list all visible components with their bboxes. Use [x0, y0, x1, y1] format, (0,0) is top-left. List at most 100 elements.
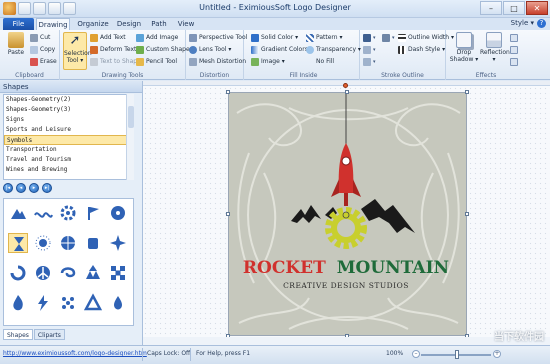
list-item[interactable]: Signs — [4, 115, 133, 125]
reflection-button[interactable]: Reflection ▾ — [480, 32, 510, 70]
tab-design[interactable]: Design — [114, 18, 144, 30]
deform-text-button[interactable]: Deform Text — [90, 45, 136, 55]
erase-button[interactable]: Erase — [30, 57, 57, 67]
tab-drawing[interactable]: Drawing — [36, 18, 70, 30]
fire-icon[interactable] — [8, 293, 28, 313]
swirl2-icon[interactable] — [58, 263, 78, 283]
tab-view[interactable]: View — [174, 18, 198, 30]
list-item-selected[interactable]: Symbols — [4, 135, 133, 145]
drop-shadow-icon — [456, 32, 472, 48]
scissors-icon — [30, 34, 38, 42]
style-menu[interactable]: Style ▾ — [511, 19, 534, 27]
tab-cliparts[interactable]: Cliparts — [33, 329, 65, 340]
list-item[interactable]: Transportation — [4, 145, 133, 155]
add-image-button[interactable]: Add Image — [136, 33, 178, 43]
zoom-slider-knob[interactable] — [455, 350, 459, 359]
effect-option-3-button[interactable] — [510, 57, 518, 67]
drop-icon[interactable] — [108, 293, 128, 313]
list-item[interactable]: Shapes-Geometry(2) — [4, 95, 133, 105]
close-button[interactable]: ✕ — [526, 1, 548, 15]
last-page-icon[interactable]: ▸| — [42, 183, 52, 193]
globe-icon[interactable] — [58, 233, 78, 253]
shape-category-list[interactable]: Shapes-Geometry(2) Shapes-Geometry(3) Si… — [3, 94, 134, 180]
zoom-in-icon[interactable]: + — [493, 350, 501, 358]
effect-option-1-button[interactable] — [510, 33, 518, 43]
tab-path[interactable]: Path — [147, 18, 171, 30]
text-to-shape-label: Text to Shape — [100, 58, 141, 65]
bolt-icon[interactable] — [33, 293, 53, 313]
prev-page-icon[interactable]: ◂ — [16, 183, 26, 193]
peace-icon[interactable] — [33, 263, 53, 283]
hourglass-icon[interactable] — [8, 233, 28, 253]
line-cap-button[interactable]: ▾ — [363, 57, 376, 67]
transparency-icon — [306, 46, 314, 54]
effects-group: Drop Shadow ▾ Reflection ▾ Effects — [446, 30, 526, 80]
tab-file[interactable]: File — [3, 18, 34, 30]
checker-icon[interactable] — [108, 263, 128, 283]
triangles-icon[interactable] — [83, 263, 103, 283]
website-link[interactable]: http://www.eximioussoft.com/logo-designe… — [3, 350, 147, 357]
fist-icon[interactable] — [83, 233, 103, 253]
drop-shadow-button[interactable]: Drop Shadow ▾ — [449, 32, 479, 70]
line-join-button[interactable]: ▾ — [363, 45, 376, 55]
gradient-colors-button[interactable]: Gradient Colors ▾ — [251, 45, 313, 55]
waves-icon[interactable] — [33, 203, 53, 223]
solid-color-button[interactable]: Solid Color ▾ — [251, 33, 298, 43]
dots-icon[interactable] — [58, 293, 78, 313]
line-cap-icon — [363, 58, 371, 66]
list-item[interactable]: Sports and Leisure — [4, 125, 133, 135]
cut-button[interactable]: Cut — [30, 33, 50, 43]
selection-tool-button[interactable]: ➚ Selection Tool ▾ — [63, 32, 92, 70]
gear-icon[interactable] — [58, 203, 78, 223]
scrollbar-thumb[interactable] — [128, 106, 134, 128]
swirl-icon[interactable] — [8, 263, 28, 283]
logo-artboard[interactable]: ROCKET MOUNTAIN CREATIVE DESIGN STUDIOS — [228, 92, 467, 336]
tri-icon[interactable] — [83, 293, 103, 313]
pencil-tool-button[interactable]: Pencil Tool — [136, 57, 177, 67]
resize-handle[interactable] — [226, 90, 230, 94]
custom-shape-button[interactable]: Custom Shape — [136, 45, 190, 55]
resize-handle[interactable] — [226, 212, 230, 216]
list-item[interactable]: Shapes-Geometry(3) — [4, 105, 133, 115]
transparency-button[interactable]: Transparency ▾ — [306, 45, 361, 55]
rotate-handle[interactable] — [343, 83, 348, 88]
mountain-icon[interactable] — [8, 203, 28, 223]
first-page-icon[interactable]: |◂ — [3, 183, 13, 193]
zoom-out-icon[interactable]: – — [412, 350, 420, 358]
pattern-button[interactable]: Pattern ▾ — [306, 33, 343, 43]
resize-handle[interactable] — [465, 90, 469, 94]
flag-icon[interactable] — [83, 203, 103, 223]
text-to-shape-button[interactable]: Text to Shape — [90, 57, 141, 67]
perspective-tool-button[interactable]: Perspective Tool — [189, 33, 247, 43]
minimize-button[interactable]: – — [480, 1, 502, 15]
canvas-horizontal-scrollbar[interactable] — [143, 337, 550, 345]
category-list-scrollbar[interactable] — [126, 94, 134, 180]
effect-option-2-button[interactable] — [510, 45, 518, 55]
dash-style-button[interactable]: Dash Style ▾ — [398, 45, 445, 55]
resize-handle[interactable] — [465, 212, 469, 216]
tab-shapes[interactable]: Shapes — [3, 329, 33, 340]
distortion-group-label: Distortion — [199, 72, 230, 79]
resize-handle[interactable] — [345, 90, 349, 94]
next-page-icon[interactable]: ▸ — [29, 183, 39, 193]
radiation-icon[interactable] — [108, 203, 128, 223]
effect-option-icon — [510, 34, 518, 42]
stroke-style-button[interactable]: ▾ — [382, 33, 395, 43]
mesh-distortion-button[interactable]: Mesh Distortion — [189, 57, 246, 67]
help-icon[interactable]: ? — [537, 19, 546, 28]
list-item[interactable]: Wines and Brewing — [4, 165, 133, 175]
stroke-color-button[interactable]: ▾ — [363, 33, 376, 43]
paste-button[interactable]: Paste — [4, 32, 28, 70]
maximize-button[interactable]: □ — [503, 1, 525, 15]
list-item[interactable]: Travel and Tourism — [4, 155, 133, 165]
image-fill-button[interactable]: Image ▾ — [251, 57, 285, 67]
lens-tool-button[interactable]: Lens Tool ▾ — [189, 45, 231, 55]
burst-icon[interactable] — [108, 233, 128, 253]
tab-organize[interactable]: Organize — [74, 18, 112, 30]
sun-icon[interactable] — [33, 233, 53, 253]
lens-icon — [189, 46, 197, 54]
copy-button[interactable]: Copy — [30, 45, 55, 55]
add-text-button[interactable]: Add Text — [90, 33, 126, 43]
no-fill-button[interactable]: No Fill — [316, 57, 334, 67]
watermark: 当下软件园 — [494, 332, 544, 343]
